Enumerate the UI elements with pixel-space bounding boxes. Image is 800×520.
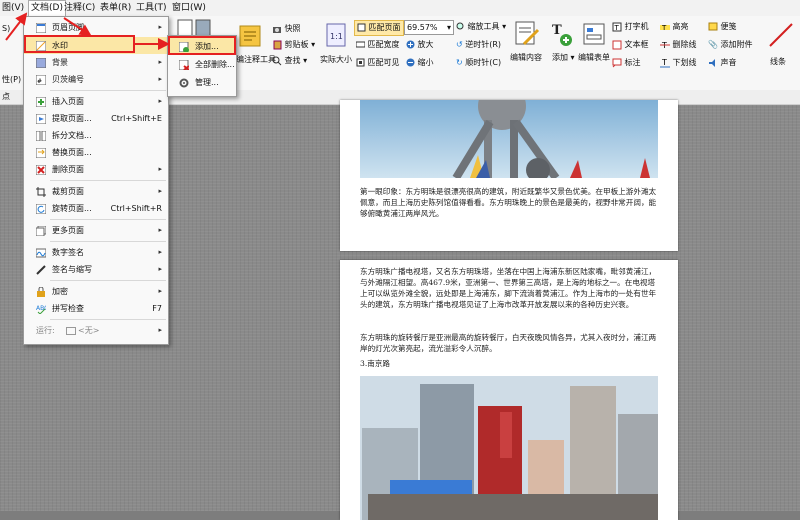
- arrow-to-document-menu: [5, 12, 28, 41]
- arrow-to-watermark: [63, 17, 92, 37]
- annotation-arrows: [5, 12, 170, 50]
